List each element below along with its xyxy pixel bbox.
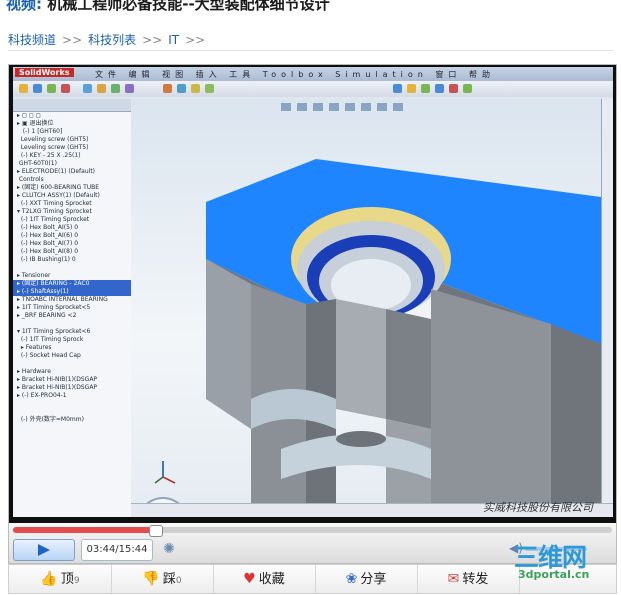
title-text: 机械工程师必备技能--大型装配体细节设计 bbox=[42, 0, 330, 13]
time-display: 03:44/15:44 bbox=[81, 539, 153, 561]
solidworks-menu-bar: 文件 编辑 视图 插入 工具 Toolbox Simulation 窗口 帮助 bbox=[95, 70, 495, 79]
upvote-button[interactable]: 👍 顶9 bbox=[9, 565, 112, 593]
task-pane bbox=[601, 99, 613, 503]
forward-button[interactable]: ✉ 转发 bbox=[417, 565, 520, 593]
breadcrumb-separator: >> bbox=[185, 33, 206, 47]
thumbs-down-icon: 👎 bbox=[142, 571, 160, 587]
upvote-count: 9 bbox=[73, 576, 80, 586]
share-icon: ❀ bbox=[345, 571, 358, 587]
seek-bar[interactable] bbox=[13, 525, 612, 537]
seek-handle[interactable] bbox=[148, 525, 163, 537]
cad-model-drawing bbox=[154, 103, 601, 503]
divider bbox=[8, 50, 613, 51]
solidworks-statusbar: 实威科技股份有限公司 bbox=[131, 501, 613, 517]
title-prefix: 视频: bbox=[6, 0, 42, 13]
page-title: 视频: 机械工程师必备技能--大型装配体细节设计 bbox=[6, 0, 330, 14]
breadcrumb-tech-channel[interactable]: 科技频道 bbox=[8, 33, 56, 47]
share-button[interactable]: ❀ 分享 bbox=[315, 565, 418, 593]
seek-bar-played bbox=[13, 527, 155, 533]
breadcrumb-it[interactable]: IT bbox=[168, 33, 179, 47]
breadcrumb: 科技频道 >> 科技列表 >> IT >> bbox=[8, 31, 211, 48]
breadcrumb-tech-list[interactable]: 科技列表 bbox=[88, 33, 136, 47]
feature-tree: ▸ ◻ ◻ ◻ ▸ ▣ 退出换位 (-) 1 [GHT60] Leveling s… bbox=[13, 99, 132, 517]
feature-tree-tabs bbox=[13, 99, 131, 112]
site-logo: 三维网 3dportal.cn bbox=[514, 538, 618, 588]
site-logo-domain: 3dportal.cn bbox=[518, 568, 590, 581]
thumbs-up-icon: 👍 bbox=[40, 571, 58, 587]
cad-viewport bbox=[131, 99, 601, 503]
video-player[interactable]: SolidWorks 文件 编辑 视图 插入 工具 Toolbox Simula… bbox=[8, 64, 617, 564]
favorite-button[interactable]: ♥ 收藏 bbox=[213, 565, 316, 593]
play-button[interactable] bbox=[13, 539, 75, 561]
settings-gear-icon[interactable]: ✺ bbox=[159, 539, 179, 559]
forward-icon: ✉ bbox=[447, 571, 460, 587]
solidworks-logo: SolidWorks bbox=[15, 68, 74, 77]
video-frame[interactable]: SolidWorks 文件 编辑 视图 插入 工具 Toolbox Simula… bbox=[13, 67, 613, 517]
solidworks-toolbar bbox=[13, 81, 613, 97]
heart-icon: ♥ bbox=[243, 571, 256, 587]
breadcrumb-separator: >> bbox=[62, 33, 83, 47]
breadcrumb-separator: >> bbox=[142, 33, 163, 47]
solidworks-titlebar: SolidWorks 文件 编辑 视图 插入 工具 Toolbox Simula… bbox=[13, 67, 613, 81]
view-toolbar bbox=[281, 103, 403, 111]
downvote-count: 0 bbox=[175, 576, 182, 586]
company-watermark: 实威科技股份有限公司 bbox=[483, 501, 593, 514]
downvote-button[interactable]: 👎 踩0 bbox=[111, 565, 214, 593]
